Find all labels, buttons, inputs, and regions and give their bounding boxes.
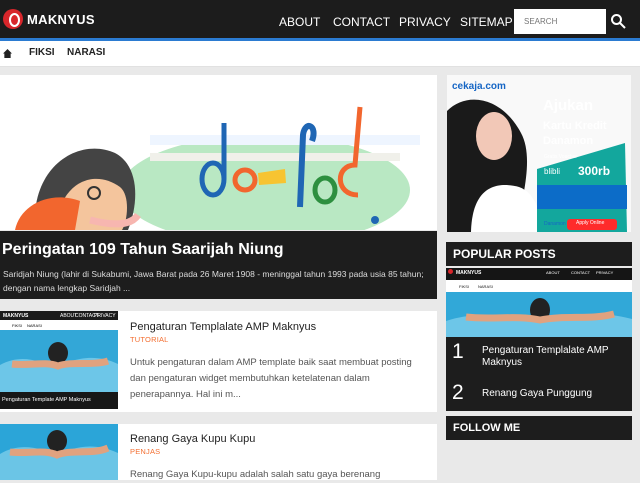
- ad-bank: Danamon: [544, 221, 566, 227]
- ad-headline-3: Danamon: [543, 135, 594, 147]
- thumbnail-subnav-narasi: NARASI: [27, 323, 42, 328]
- post-excerpt: Untuk pengaturan dalam AMP template baik…: [130, 357, 412, 400]
- swimmer-image: [0, 330, 118, 392]
- mini-nav-privacy: PRIVACY: [596, 270, 614, 275]
- thumbnail-subnav: FIKSI NARASI: [0, 320, 118, 330]
- ad-apply-button[interactable]: Apply Online: [576, 220, 604, 226]
- thumbnail-header: MAKNYUS ABOUT CONTACT PRIVACY: [0, 311, 118, 320]
- mini-subnav-narasi: NARASI: [478, 284, 493, 289]
- popular-mini-subnav: FIKSI NARASI: [446, 280, 632, 292]
- post-title-link[interactable]: Renang Gaya Kupu Kupu: [130, 433, 255, 445]
- doodle-illustration: [0, 75, 437, 230]
- featured-post-box[interactable]: Peringatan 109 Tahun Saarijah Niung Sari…: [0, 231, 437, 299]
- home-icon[interactable]: [3, 49, 12, 58]
- nav-about[interactable]: ABOUT: [279, 15, 320, 29]
- featured-title[interactable]: Peringatan 109 Tahun Saarijah Niung: [2, 241, 284, 259]
- thumbnail-subnav-fiksi: FIKSI: [12, 323, 23, 328]
- site-logo-icon[interactable]: [3, 9, 23, 29]
- popular-item[interactable]: 2 Renang Gaya Punggung: [446, 377, 632, 411]
- ad-brand: blibli: [544, 167, 561, 176]
- mini-nav-contact: CONTACT: [571, 270, 591, 275]
- ad-logo: cekaja.com: [452, 81, 506, 92]
- post-category[interactable]: PENJAS: [130, 447, 160, 456]
- mini-subnav-fiksi: FIKSI: [459, 284, 470, 289]
- swimmer-image: [0, 424, 118, 480]
- nav-sitemap[interactable]: SITEMAP: [460, 15, 513, 29]
- popular-mini-header: MAKNYUS ABOUT CONTACT PRIVACY: [446, 268, 632, 280]
- ad-headline-2: Kartu Kredit: [543, 120, 607, 132]
- advertisement-banner[interactable]: cekaja.com Ajukan Kartu Kredit Danamon G…: [447, 75, 631, 232]
- post-thumbnail[interactable]: MAKNYUS ABOUT CONTACT PRIVACY FIKSI NARA…: [0, 311, 118, 409]
- nav-privacy[interactable]: PRIVACY: [399, 15, 451, 29]
- post-card[interactable]: MAKNYUS ABOUT CONTACT PRIVACY FIKSI NARA…: [0, 311, 437, 412]
- featured-image[interactable]: [0, 75, 437, 230]
- popular-rank: 1: [452, 340, 464, 363]
- featured-description: Saridjah Niung (lahir di Sukabumi, Jawa …: [3, 269, 424, 293]
- post-category[interactable]: TUTORIAL: [130, 335, 169, 344]
- mini-logo-icon: [448, 269, 453, 274]
- top-navigation-bar: MAKNYUS ABOUT CONTACT PRIVACY SITEMAP: [0, 0, 640, 38]
- follow-me-title: FOLLOW ME: [446, 416, 632, 440]
- ad-price: 300rb: [578, 164, 611, 178]
- thumbnail-caption: Pengaturan Template AMP Maknyus: [0, 392, 118, 409]
- mini-nav-about: ABOUT: [546, 270, 560, 275]
- ad-small-text: Gratis Voucher: [544, 154, 578, 160]
- secondary-navigation: FIKSI NARASI: [0, 41, 640, 67]
- site-brand[interactable]: MAKNYUS: [27, 12, 95, 27]
- ad-headline-1: Ajukan: [543, 97, 594, 114]
- post-excerpt: Renang Gaya Kupu-kupu adalah salah satu …: [130, 469, 381, 480]
- post-title-link[interactable]: Pengaturan Templalate AMP Maknyus: [130, 321, 316, 333]
- search-icon[interactable]: [610, 13, 626, 29]
- secondary-nav-narasi[interactable]: NARASI: [67, 47, 105, 58]
- popular-title-link[interactable]: Renang Gaya Punggung: [482, 388, 592, 399]
- thumbnail-brand: MAKNYUS: [3, 313, 29, 319]
- search-input[interactable]: [514, 9, 606, 34]
- popular-item[interactable]: 1 Pengaturan Templalate AMP Maknyus: [446, 337, 632, 377]
- popular-swimmer-image: [446, 292, 632, 337]
- popular-posts-title: POPULAR POSTS: [446, 242, 632, 266]
- post-card[interactable]: Renang Gaya Kupu Kupu PENJAS Renang Gaya…: [0, 424, 437, 480]
- thumbnail-nav-privacy: PRIVACY: [94, 313, 116, 319]
- popular-rank: 2: [452, 381, 464, 404]
- secondary-nav-fiksi[interactable]: FIKSI: [29, 47, 55, 58]
- ad-background-image: [447, 75, 631, 232]
- mini-brand: MAKNYUS: [456, 270, 482, 276]
- post-thumbnail[interactable]: [0, 424, 118, 480]
- popular-posts-list: MAKNYUS ABOUT CONTACT PRIVACY FIKSI NARA…: [446, 268, 632, 411]
- nav-contact[interactable]: CONTACT: [333, 15, 390, 29]
- popular-title-link[interactable]: Pengaturan Templalate AMP Maknyus: [482, 345, 622, 369]
